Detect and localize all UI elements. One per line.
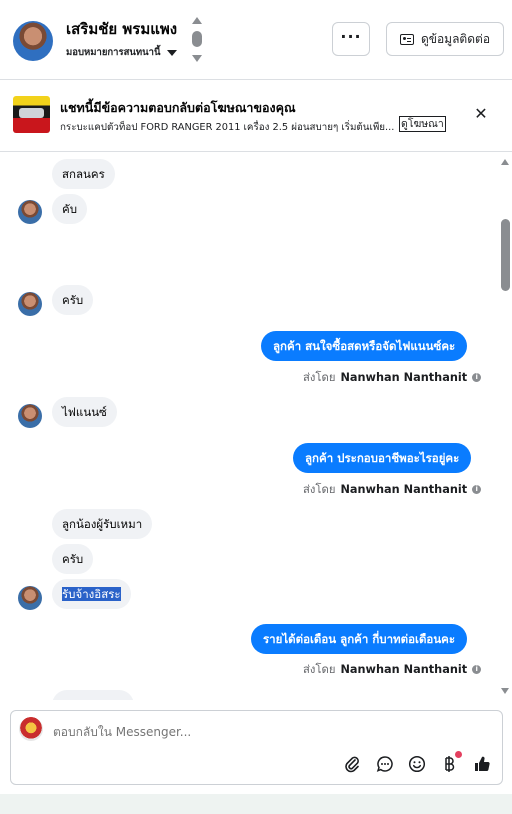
chevron-down-icon[interactable] (192, 55, 202, 62)
contact-avatar[interactable] (13, 21, 53, 61)
message-outgoing[interactable]: ลูกค้า สนใจซื้อสดหรือจัดไฟแนนซ์คะ (261, 331, 468, 361)
view-contact-info-label: ดูข้อมูลติดต่อ (420, 31, 491, 46)
view-ad-link[interactable]: ดูโฆษณา (399, 116, 446, 132)
assign-label: มอบหมายการสนทนานี้ (66, 47, 161, 58)
smiley-icon[interactable] (407, 754, 427, 774)
sender-name: Nanwhan Nanthanit (340, 662, 468, 676)
message-thread[interactable]: สกลนคร คับ ครับ ลูกค้า สนใจซื้อสดหรือจัด… (0, 152, 512, 700)
chevron-down-icon (166, 49, 177, 56)
scroll-down-arrow[interactable] (501, 688, 509, 694)
sent-by-prefix: ส่งโดย (303, 483, 336, 496)
more-options-button[interactable]: ··· (332, 22, 370, 56)
info-icon[interactable]: i (472, 664, 482, 674)
close-icon[interactable]: ✕ (473, 106, 489, 122)
page-avatar (19, 717, 43, 741)
message-incoming[interactable]: คับ (52, 194, 87, 224)
message-incoming[interactable]: ครับ (52, 285, 94, 315)
footer-strip (0, 794, 512, 814)
sent-by-label: ส่งโดย Nanwhan Nanthanit i (303, 660, 482, 678)
chevron-up-icon[interactable] (192, 17, 202, 24)
message-outgoing[interactable]: ลูกค้า ประกอบอาชีพอะไรอยู่คะ (293, 443, 472, 473)
view-contact-info-button[interactable]: ดูข้อมูลติดต่อ (386, 22, 504, 56)
reply-input[interactable] (53, 722, 353, 742)
conversation-stepper[interactable] (190, 17, 204, 63)
message-incoming-selected[interactable]: รับจ้างอิสระ (52, 579, 131, 609)
sender-name: Nanwhan Nanthanit (340, 482, 468, 496)
sender-name: Nanwhan Nanthanit (340, 370, 468, 384)
info-icon[interactable]: i (472, 484, 482, 494)
message-incoming[interactable]: ไฟแนนซ์ (52, 397, 117, 427)
sender-avatar[interactable] (18, 292, 42, 316)
ad-thumbnail (13, 96, 50, 133)
selected-text[interactable]: รับจ้างอิสระ (62, 587, 121, 601)
contact-card-icon (399, 33, 414, 45)
sent-by-prefix: ส่งโดย (303, 663, 336, 676)
info-icon[interactable]: i (472, 372, 482, 382)
message-incoming[interactable]: สกลนคร (52, 159, 115, 189)
contact-name[interactable]: เสริมชัย พรมแพง (66, 17, 177, 41)
sender-avatar[interactable] (18, 200, 42, 224)
sender-avatar[interactable] (18, 404, 42, 428)
sent-by-label: ส่งโดย Nanwhan Nanthanit i (303, 368, 482, 386)
chat-bubble-icon[interactable] (375, 754, 395, 774)
message-outgoing[interactable]: รายได้ต่อเดือน ลูกค้า กี่บาทต่อเดือนคะ (251, 624, 468, 654)
stepper-handle[interactable] (192, 31, 202, 47)
paperclip-icon[interactable] (342, 754, 362, 774)
message-incoming-partial[interactable] (52, 690, 134, 700)
scroll-up-arrow[interactable] (501, 159, 509, 165)
notification-dot (455, 751, 462, 758)
sent-by-prefix: ส่งโดย (303, 371, 336, 384)
assign-conversation-dropdown[interactable]: มอบหมายการสนทนานี้ (66, 45, 177, 60)
sent-by-label: ส่งโดย Nanwhan Nanthanit i (303, 480, 482, 498)
ad-banner-title: แชทนี้มีข้อความตอบกลับต่อโฆษณาของคุณ (60, 100, 296, 115)
sender-avatar[interactable] (18, 586, 42, 610)
conversation-header: เสริมชัย พรมแพง มอบหมายการสนทนานี้ ··· ด… (0, 0, 512, 80)
thumbs-up-icon[interactable] (472, 754, 492, 774)
message-incoming[interactable]: ครับ (52, 544, 94, 574)
scrollbar-thumb[interactable] (501, 219, 510, 291)
message-incoming[interactable]: ลูกน้องผู้รับเหมา (52, 509, 153, 539)
ad-banner-subtitle: กระบะแคปตัวท็อป FORD RANGER 2011 เครื่อง… (60, 122, 395, 133)
